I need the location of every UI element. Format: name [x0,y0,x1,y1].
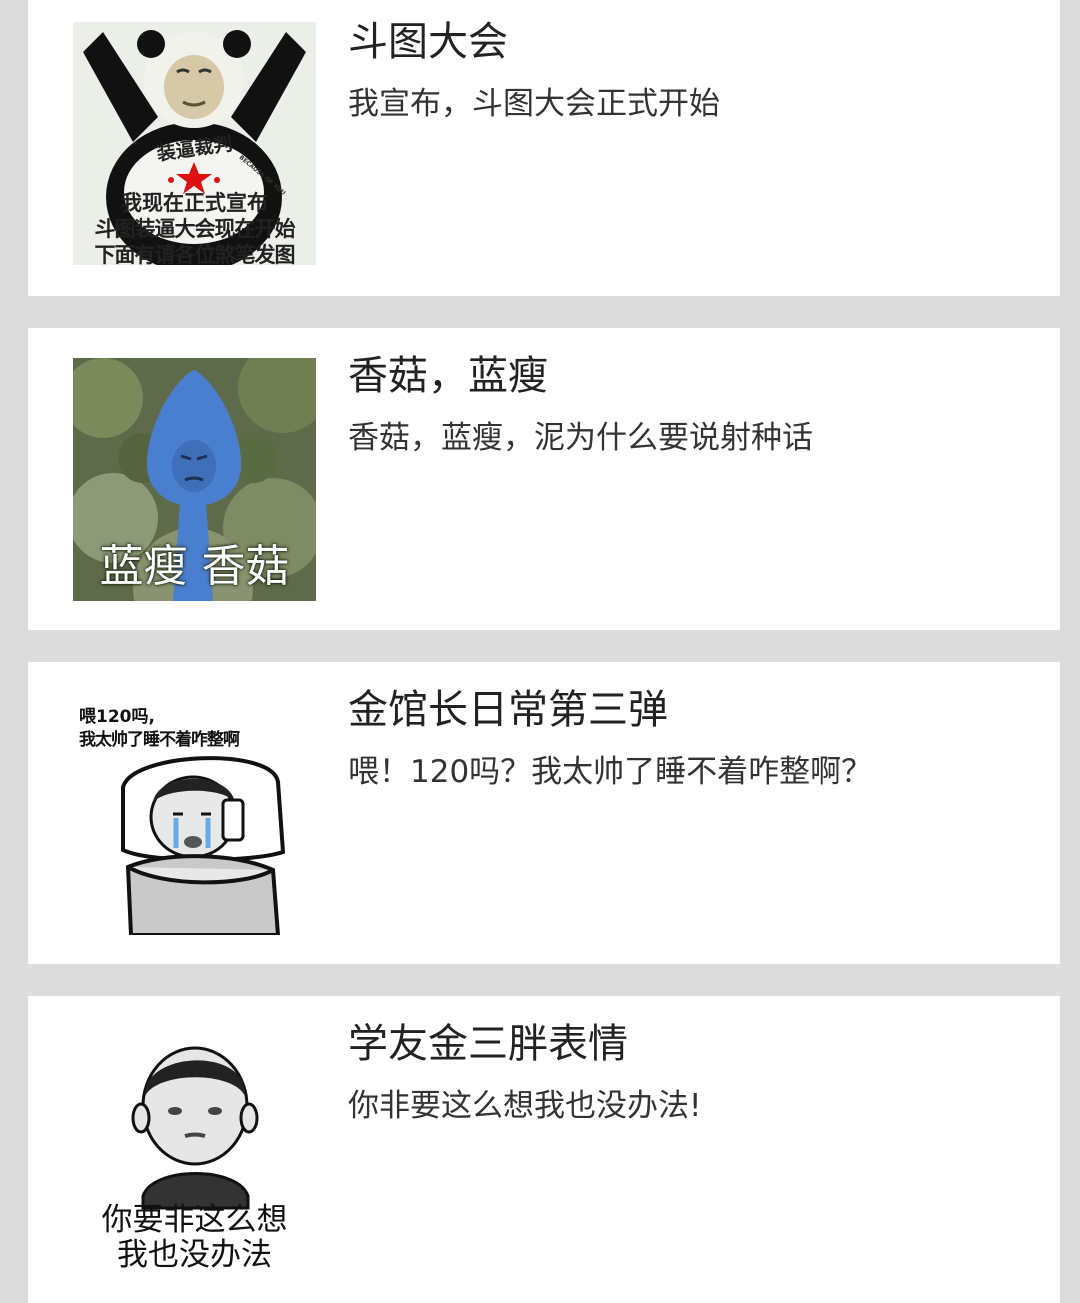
meme-caption-line: 我也没办法 [117,1237,272,1269]
meme-thumbnail-panda: 装逼裁判 BECAUSE OF YOU 我现在正式宣布 斗图装逼大会现在开始 下… [73,22,316,265]
meme-caption: 蓝瘦 香菇 [99,541,290,592]
item-title[interactable]: 斗图大会 [348,22,508,62]
meme-caption-line: 喂120吗, [79,707,155,727]
item-title[interactable]: 香菇，蓝瘦 [348,356,548,396]
item-title[interactable]: 学友金三胖表情 [348,1024,628,1064]
meme-caption-line: 我太帅了睡不着咋整啊 [79,730,240,750]
meme-thumbnail-face: 你要非这么想 我也没办法 [73,1026,316,1269]
meme-caption-line: 下面有请各位煞笔发图 [94,243,296,265]
list-item[interactable]: 喂120吗, 我太帅了睡不着咋整啊 金馆长日常第三弹 喂！120吗？我太帅了睡不… [28,662,1060,964]
meme-thumbnail-bed: 喂120吗, 我太帅了睡不着咋整啊 [73,692,316,935]
item-description: 你非要这么想我也没办法! [348,1088,702,1124]
list-item[interactable]: 蓝瘦 香菇 香菇，蓝瘦 香菇，蓝瘦，泥为什么要说射种话 [28,328,1060,630]
item-title[interactable]: 金馆长日常第三弹 [348,690,668,730]
list-item[interactable]: 你要非这么想 我也没办法 学友金三胖表情 你非要这么想我也没办法! [28,996,1060,1303]
item-description: 香菇，蓝瘦，泥为什么要说射种话 [348,420,813,456]
meme-thumbnail-mushroom: 蓝瘦 香菇 [73,358,316,601]
item-description: 喂！120吗？我太帅了睡不着咋整啊？ [348,754,873,790]
item-description: 我宣布，斗图大会正式开始 [348,86,720,122]
list-item[interactable]: 装逼裁判 BECAUSE OF YOU 我现在正式宣布 斗图装逼大会现在开始 下… [28,0,1060,296]
